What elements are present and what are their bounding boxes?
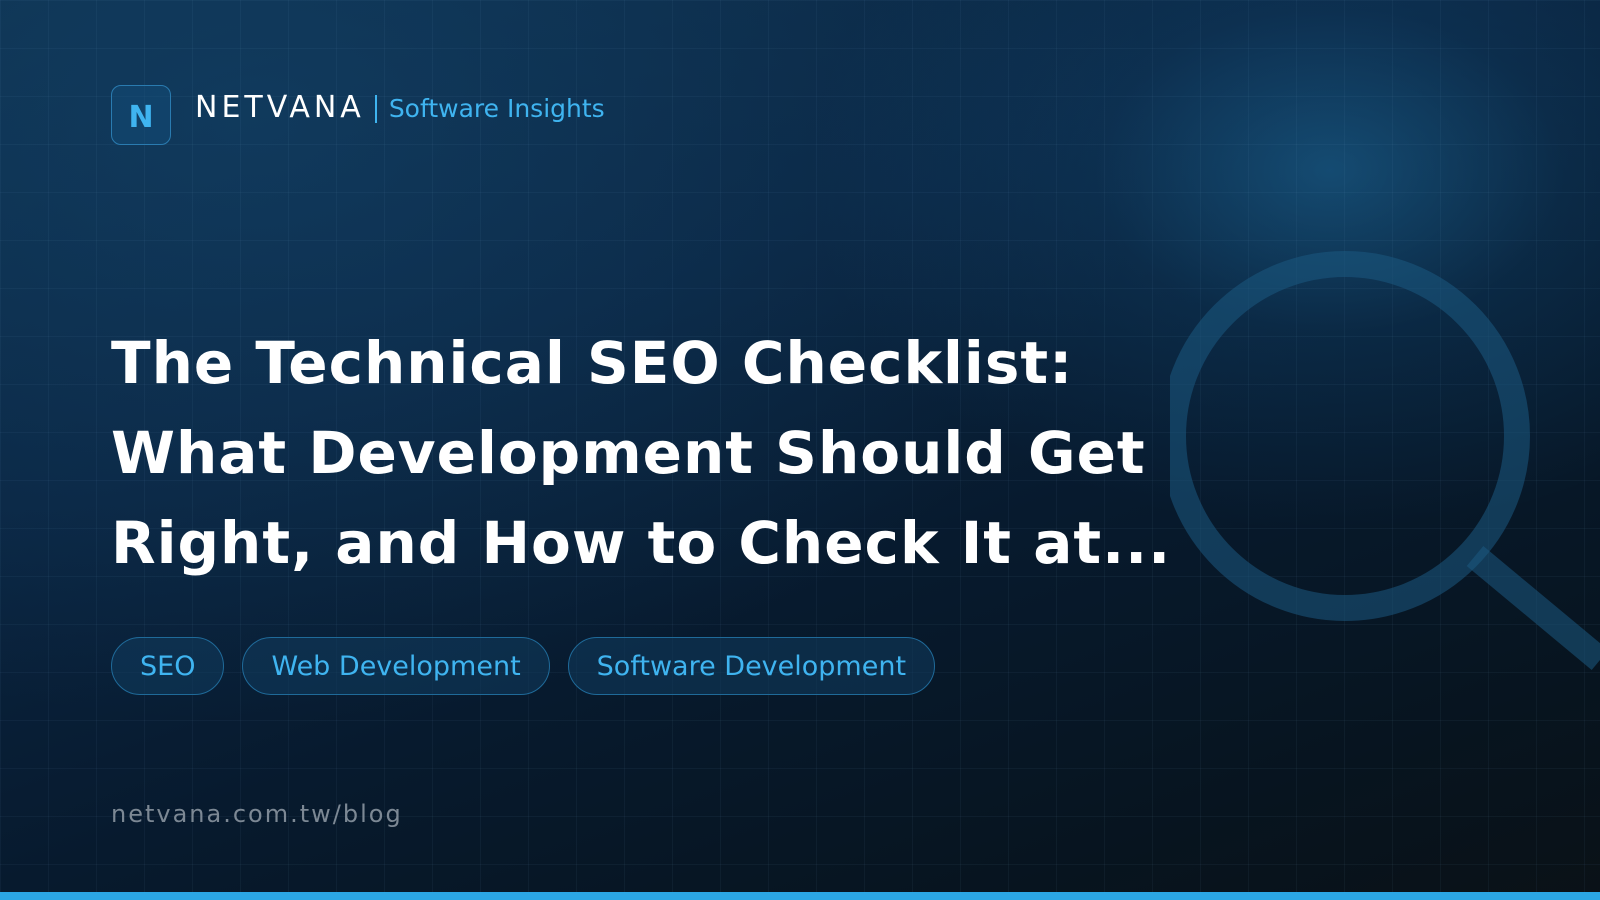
- tag-seo[interactable]: SEO: [111, 637, 225, 695]
- brand-header: N NETVANA Software Insights: [111, 84, 605, 146]
- brand-divider: [374, 95, 377, 123]
- tag-software-development[interactable]: Software Development: [567, 637, 936, 695]
- tag-web-development[interactable]: Web Development: [242, 637, 550, 695]
- accent-bar: [0, 892, 1600, 900]
- tag-list: SEO Web Development Software Development: [111, 637, 936, 695]
- blog-url[interactable]: netvana.com.tw/blog: [111, 800, 403, 828]
- brand-section-label: Software Insights: [388, 93, 605, 123]
- title-line-1: The Technical SEO Checklist:: [111, 329, 1074, 397]
- brand-logo[interactable]: N: [111, 85, 171, 145]
- page-title: The Technical SEO Checklist: What Develo…: [111, 318, 1172, 588]
- blog-cover-card: N NETVANA Software Insights The Technica…: [0, 0, 1600, 900]
- title-line-3: Right, and How to Check It at...: [111, 509, 1172, 577]
- magnifier-icon: [1170, 251, 1600, 670]
- brand-name: NETVANA: [195, 89, 365, 125]
- title-line-2: What Development Should Get: [111, 419, 1146, 487]
